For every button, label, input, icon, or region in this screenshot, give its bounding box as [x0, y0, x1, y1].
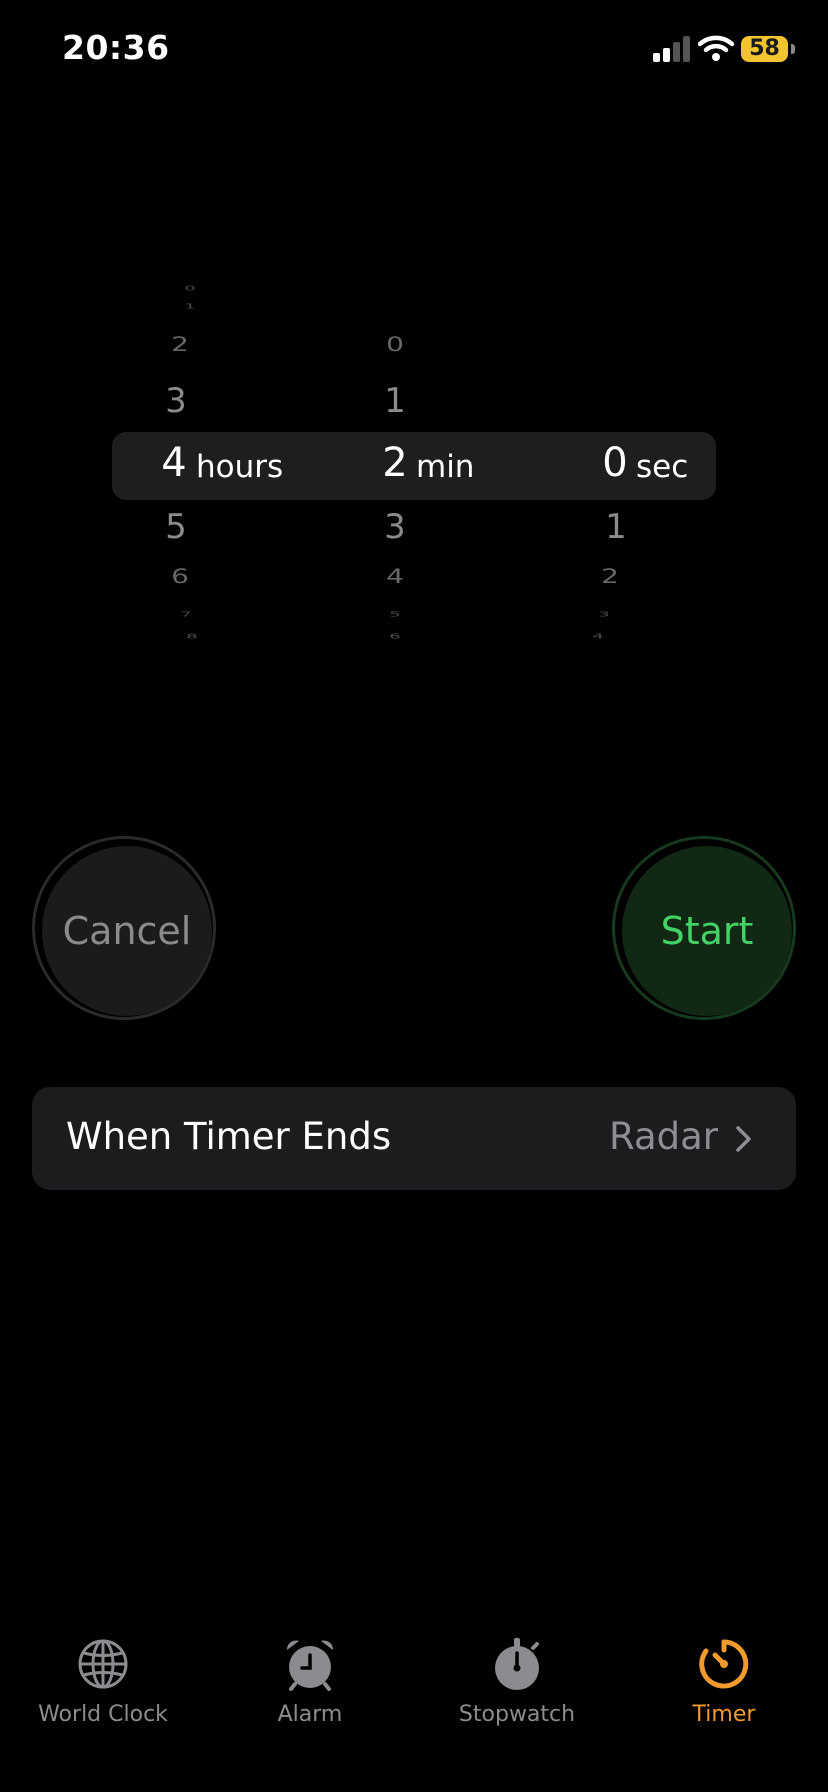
start-button[interactable]: Start [612, 836, 796, 1020]
hours-option[interactable]: 0 [160, 284, 220, 292]
seconds-option[interactable]: 4 [568, 632, 628, 640]
tab-label: Timer [692, 1702, 756, 1727]
hours-selected-value[interactable]: 4 [144, 440, 204, 486]
stopwatch-icon [495, 1638, 539, 1690]
timer-sound-value: Radar [609, 1115, 718, 1158]
hours-option[interactable]: 1 [160, 302, 220, 310]
hours-option[interactable]: 6 [150, 565, 210, 588]
hours-option[interactable]: 8 [162, 632, 222, 640]
minutes-option[interactable]: 1 [365, 381, 425, 421]
timer-icon [699, 1639, 749, 1689]
tab-label: World Clock [38, 1702, 168, 1727]
seconds-option[interactable]: 2 [580, 565, 640, 588]
minutes-option[interactable]: 3 [365, 507, 425, 547]
tab-stopwatch[interactable]: Stopwatch [427, 1636, 607, 1727]
when-timer-ends-label: When Timer Ends [66, 1115, 392, 1158]
seconds-option[interactable]: 3 [574, 610, 634, 618]
globe-icon [78, 1639, 128, 1689]
hours-option[interactable]: 7 [156, 610, 216, 618]
start-button-label: Start [622, 846, 792, 1016]
tab-label: Alarm [277, 1702, 343, 1727]
alarm-clock-icon [286, 1640, 334, 1691]
hours-option[interactable]: 5 [146, 507, 206, 547]
hours-unit-label: hours [196, 449, 284, 485]
when-timer-ends-row[interactable]: When Timer Ends Radar [32, 1087, 796, 1190]
battery-indicator: 58 [741, 36, 788, 62]
tab-alarm[interactable]: Alarm [220, 1636, 400, 1727]
hours-option[interactable]: 2 [150, 333, 210, 356]
seconds-option[interactable]: 1 [586, 507, 646, 547]
chevron-right-icon [736, 1126, 751, 1152]
status-time: 20:36 [62, 28, 170, 67]
minutes-option[interactable]: 4 [365, 565, 425, 588]
minutes-option[interactable]: 0 [365, 333, 425, 356]
minutes-option[interactable]: 6 [365, 632, 425, 640]
seconds-unit-label: sec [636, 449, 689, 485]
cellular-signal-icon [653, 36, 691, 62]
hours-option[interactable]: 3 [146, 381, 206, 421]
battery-cap [791, 44, 795, 54]
minutes-option[interactable]: 5 [365, 610, 425, 618]
tab-world-clock[interactable]: World Clock [13, 1636, 193, 1727]
tab-label: Stopwatch [458, 1702, 576, 1727]
wifi-icon [698, 35, 734, 61]
minutes-unit-label: min [416, 449, 475, 485]
tab-timer[interactable]: Timer [634, 1636, 814, 1727]
cancel-button-label: Cancel [42, 846, 212, 1016]
cancel-button[interactable]: Cancel [32, 836, 216, 1020]
